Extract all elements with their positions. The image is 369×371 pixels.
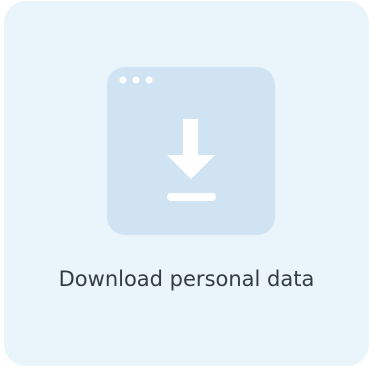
card-label: Download personal data [58, 267, 315, 291]
download-baseline [167, 193, 216, 201]
download-arrow-shaft [183, 119, 198, 159]
download-window-icon [107, 67, 275, 235]
window-dot-2 [132, 76, 140, 84]
download-personal-data-card[interactable]: Download personal data [4, 1, 369, 366]
window-dot-3 [145, 76, 153, 84]
window-dot-1 [119, 76, 127, 84]
